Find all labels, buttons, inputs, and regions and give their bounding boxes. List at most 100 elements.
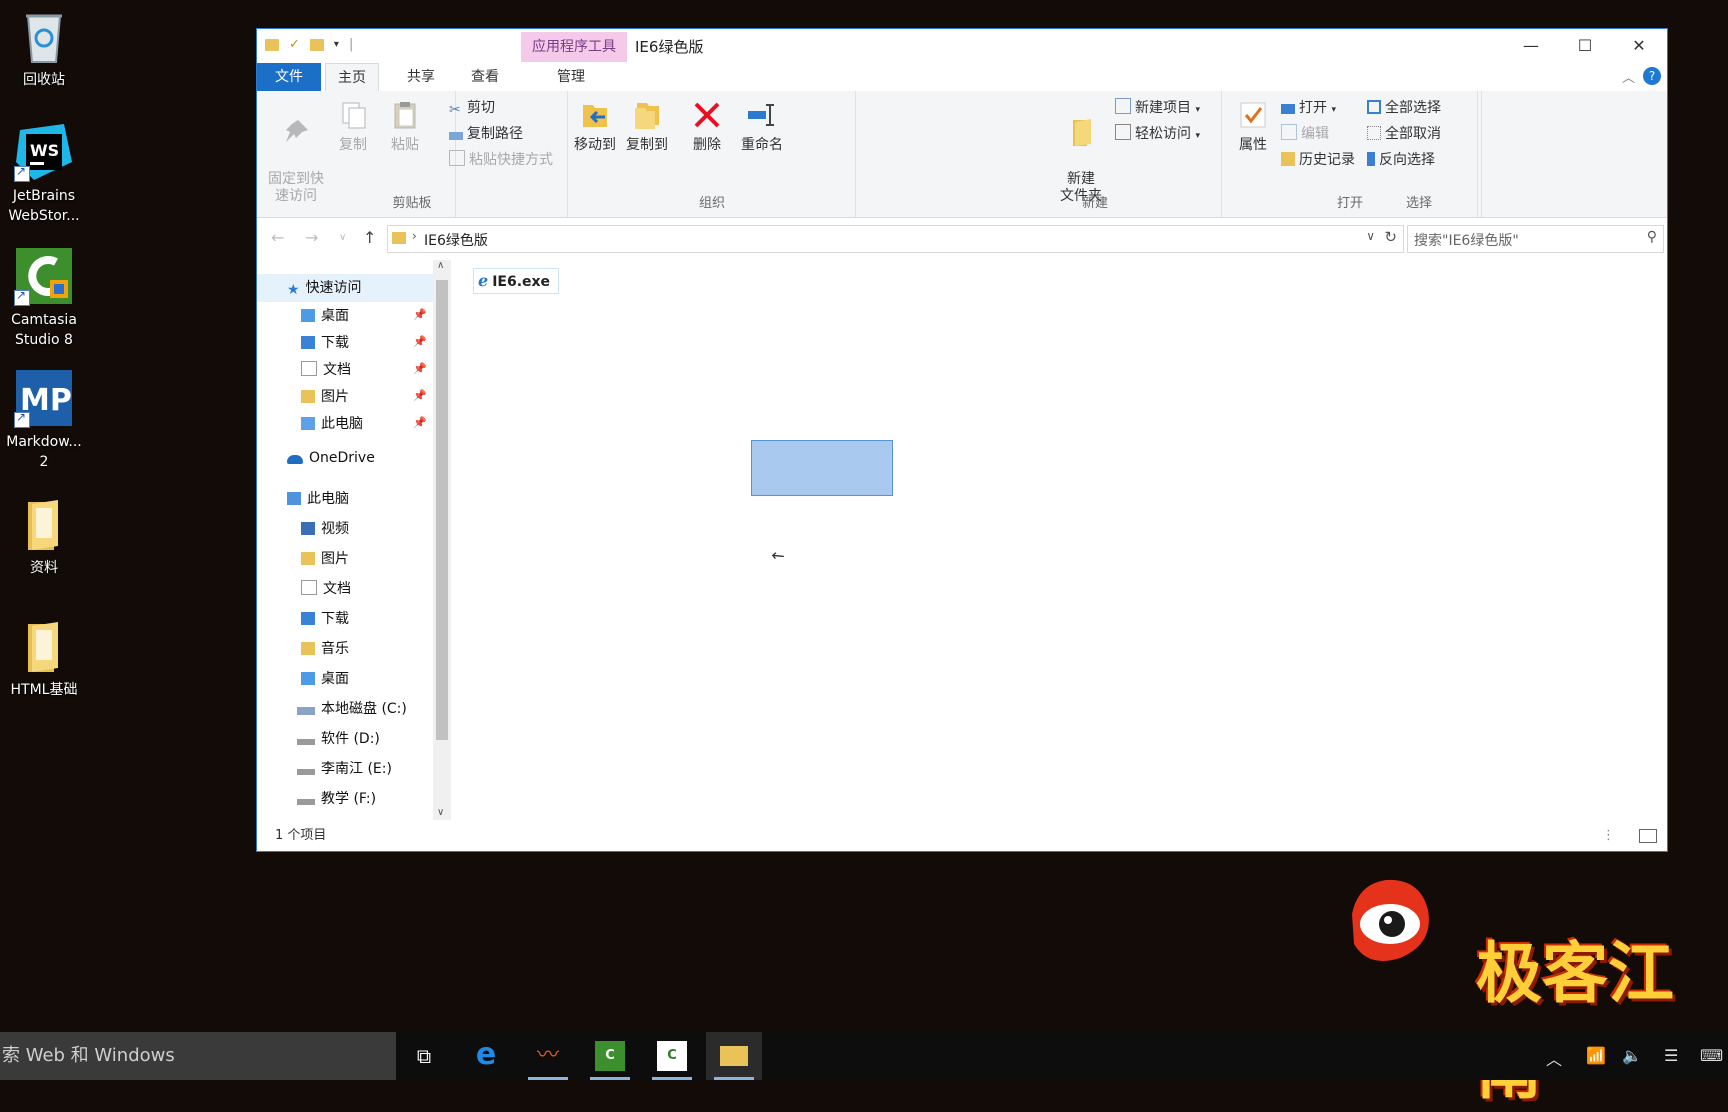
desktop-icon-webstorm[interactable]: WS JetBrains WebStor...: [0, 122, 88, 226]
tab-share[interactable]: 共享: [395, 63, 447, 91]
scrollbar-thumb[interactable]: [436, 280, 448, 740]
search-input[interactable]: 搜索"IE6绿色版" ⚲: [1407, 225, 1664, 253]
nav-item-downloads-pc[interactable]: 下载: [301, 605, 349, 633]
ribbon-group-clipboard: 固定到快 速访问 复制 粘贴 ✂ 剪切 复制路径 粘贴快捷方式 剪贴板: [257, 91, 553, 217]
move-to-label: 移动到: [574, 137, 616, 153]
minimize-button[interactable]: —: [1503, 29, 1559, 63]
nav-drive-d[interactable]: 软件 (D:): [297, 725, 380, 753]
nav-drive-e[interactable]: 李南江 (E:): [297, 755, 392, 783]
scroll-down-icon[interactable]: ∨: [437, 807, 444, 818]
nav-item-downloads[interactable]: 下载: [301, 329, 349, 357]
file-explorer-icon: [720, 1046, 748, 1066]
edit-button[interactable]: 编辑: [1281, 123, 1329, 145]
nav-item-documents-pc[interactable]: 文档: [301, 575, 351, 603]
desktop-icon-recycle-bin[interactable]: 回收站: [0, 6, 88, 90]
maximize-button[interactable]: ☐: [1557, 29, 1613, 63]
edge-taskbar-button[interactable]: e: [458, 1032, 514, 1080]
select-all-button[interactable]: 全部选择: [1367, 97, 1441, 119]
tab-file[interactable]: 文件: [257, 63, 321, 91]
nav-onedrive[interactable]: OneDrive: [287, 444, 375, 472]
taskbar-search[interactable]: 索 Web 和 Windows: [0, 1032, 396, 1080]
taskbar: 索 Web 和 Windows ⧉ e 〰 C C ︿ 📶 🔈 ☰ ⌨: [0, 1032, 1728, 1080]
nav-drive-c[interactable]: 本地磁盘 (C:): [297, 695, 407, 723]
pin-icon: [280, 116, 312, 148]
desktop-icon-label: JetBrains WebStor...: [8, 188, 80, 224]
recorder-taskbar-button[interactable]: 〰: [520, 1032, 576, 1080]
nav-item-this-pc-pinned[interactable]: 此电脑: [301, 410, 363, 438]
desktop-icon-markdownpad[interactable]: MP Markdow... 2: [0, 368, 88, 472]
breadcrumb-current[interactable]: IE6绿色版: [424, 230, 488, 250]
nav-drive-f[interactable]: 教学 (F:): [297, 785, 376, 813]
paste-shortcut-button[interactable]: 粘贴快捷方式: [449, 149, 553, 171]
invert-selection-button[interactable]: 反向选择: [1367, 149, 1435, 171]
collapse-ribbon-icon[interactable]: ︿: [1622, 67, 1635, 86]
action-center-icon[interactable]: ☰: [1664, 1046, 1678, 1065]
cut-button[interactable]: ✂ 剪切: [449, 97, 495, 119]
help-icon[interactable]: ?: [1643, 67, 1661, 85]
nav-item-music[interactable]: 音乐: [301, 635, 349, 663]
pin-to-quick-access-button[interactable]: 固定到快 速访问: [263, 99, 329, 205]
copy-to-button[interactable]: 复制到: [621, 99, 673, 154]
history-button[interactable]: 历史记录: [1281, 149, 1355, 171]
delete-button[interactable]: 删除: [681, 99, 733, 154]
show-hidden-icons[interactable]: ︿: [1546, 1046, 1562, 1070]
refresh-icon[interactable]: ↻: [1384, 228, 1397, 246]
nav-quick-access[interactable]: ★ 快速访问: [257, 274, 433, 302]
desktop-icon-folder-resources[interactable]: 资料: [0, 494, 88, 578]
desktop-icon-camtasia[interactable]: Camtasia Studio 8: [0, 246, 88, 350]
file-item[interactable]: ℯ IE6.exe: [473, 268, 560, 294]
nav-scrollbar[interactable]: ∧ ∨: [433, 260, 451, 820]
desktop-icon-label: 回收站: [23, 72, 65, 88]
select-none-button[interactable]: 全部取消: [1367, 123, 1441, 145]
pictures-folder-icon: [301, 552, 315, 565]
explorer-taskbar-button[interactable]: [706, 1032, 762, 1080]
task-view-button[interactable]: ⧉: [396, 1032, 452, 1080]
folder-icon: [14, 616, 74, 676]
paste-button[interactable]: 粘贴: [379, 99, 431, 154]
move-to-button[interactable]: 移动到: [569, 99, 621, 154]
nav-item-pictures-pc[interactable]: 图片: [301, 545, 349, 573]
paste-shortcut-icon: [449, 150, 465, 166]
group-label-organize: 组织: [698, 196, 725, 211]
camtasia-recorder-taskbar-button[interactable]: C: [644, 1032, 700, 1080]
properties-button[interactable]: 属性: [1227, 99, 1279, 154]
copy-path-button[interactable]: 复制路径: [449, 123, 523, 145]
tab-view[interactable]: 查看: [459, 63, 511, 91]
scroll-up-icon[interactable]: ∧: [437, 260, 444, 271]
close-button[interactable]: ✕: [1611, 29, 1667, 63]
camtasia-taskbar-button[interactable]: C: [582, 1032, 638, 1080]
desktop-icon-folder-html[interactable]: HTML基础: [0, 616, 88, 700]
recent-locations-button[interactable]: ∨: [339, 232, 346, 243]
network-icon[interactable]: 📶: [1586, 1046, 1606, 1065]
open-button[interactable]: 打开 ▾: [1281, 97, 1336, 119]
select-all-icon: [1367, 100, 1381, 114]
up-button[interactable]: ↑: [363, 228, 376, 247]
nav-item-desktop[interactable]: 桌面: [301, 302, 349, 330]
minimize-icon: —: [1523, 36, 1539, 55]
drive-icon: [297, 799, 315, 805]
tab-home[interactable]: 主页: [325, 63, 379, 92]
forward-button[interactable]: →: [305, 228, 318, 247]
search-placeholder: 搜索"IE6绿色版": [1414, 233, 1519, 249]
details-view-icon[interactable]: ⋮: [1602, 821, 1615, 851]
customize-dropdown-icon[interactable]: ▾: [334, 39, 339, 50]
nav-item-documents[interactable]: 文档: [301, 356, 351, 384]
nav-item-pictures[interactable]: 图片: [301, 383, 349, 411]
properties-check-icon[interactable]: ✓: [289, 37, 300, 52]
volume-icon[interactable]: 🔈: [1622, 1046, 1642, 1065]
group-label-clipboard: 剪贴板: [392, 196, 432, 211]
address-bar[interactable]: › IE6绿色版 ∨ ↻: [387, 225, 1404, 253]
address-dropdown-icon[interactable]: ∨: [1366, 229, 1375, 243]
new-folder-icon[interactable]: [309, 38, 324, 51]
tab-manage[interactable]: 管理: [545, 63, 597, 91]
nav-label: 视频: [321, 521, 349, 537]
nav-item-videos[interactable]: 视频: [301, 515, 349, 543]
large-icons-view-icon[interactable]: [1639, 829, 1657, 843]
copy-button[interactable]: 复制: [327, 99, 379, 154]
rename-button[interactable]: 重命名: [733, 99, 791, 154]
nav-item-desktop-pc[interactable]: 桌面: [301, 665, 349, 693]
back-button[interactable]: ←: [271, 228, 284, 247]
keyboard-icon[interactable]: ⌨: [1700, 1046, 1723, 1065]
pin-icon: 📌: [413, 416, 427, 429]
nav-this-pc[interactable]: 此电脑: [287, 485, 349, 513]
